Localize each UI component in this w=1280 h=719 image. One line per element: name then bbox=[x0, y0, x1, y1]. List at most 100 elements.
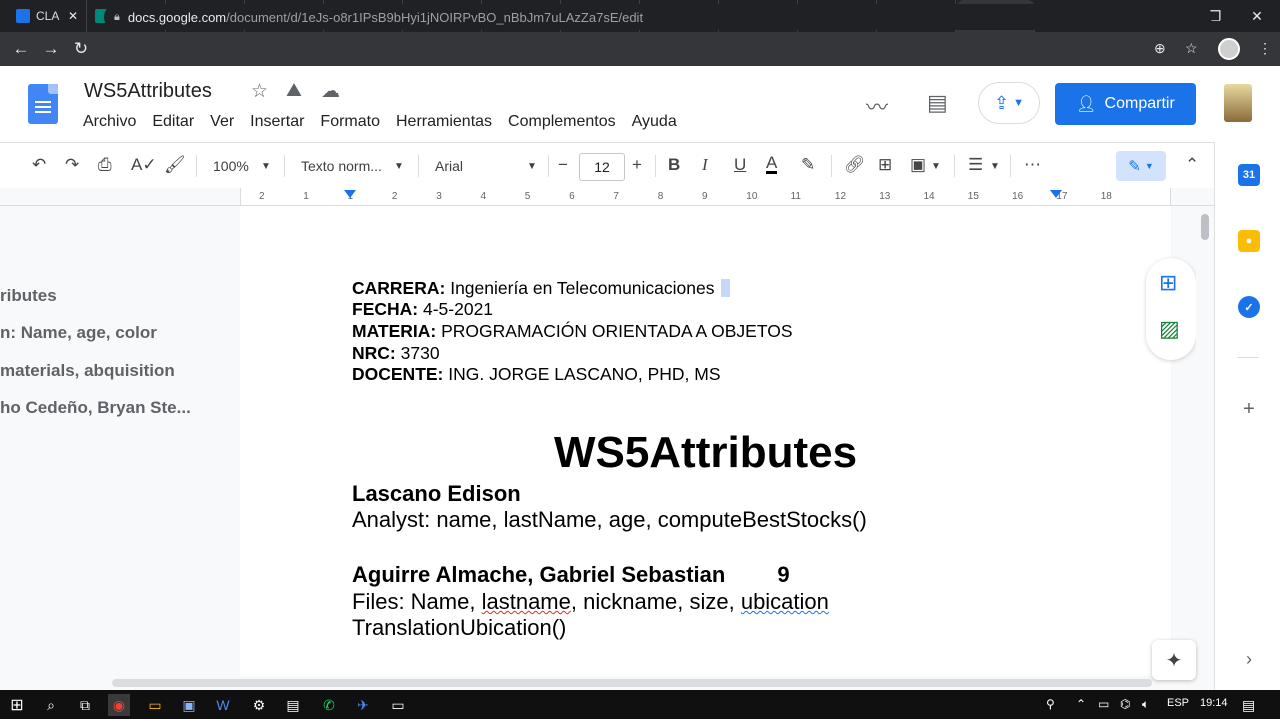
document-outline: ributes n: Name, age, color materials, a… bbox=[0, 206, 240, 676]
tray-expand-icon[interactable]: ⌃ bbox=[1076, 697, 1086, 711]
insert-link-icon[interactable]: 🔗︎ bbox=[844, 155, 866, 175]
back-icon[interactable]: ← bbox=[6, 39, 36, 59]
reload-icon[interactable]: ↻ bbox=[66, 39, 96, 59]
app-icon[interactable]: ▤ bbox=[282, 694, 304, 716]
expand-panel-icon[interactable]: › bbox=[1238, 648, 1260, 670]
highlight-color-icon[interactable]: ✎ bbox=[801, 155, 815, 175]
side-panel: 31 ● ✓ + › bbox=[1214, 142, 1280, 690]
style-select[interactable]: Texto norm... bbox=[301, 158, 382, 174]
chrome-icon[interactable]: ◉ bbox=[108, 694, 130, 716]
bookmark-star-icon[interactable]: ☆ bbox=[1185, 40, 1198, 57]
left-indent-marker[interactable] bbox=[344, 190, 356, 198]
close-tab-icon[interactable]: ✕ bbox=[68, 9, 78, 23]
add-comment-icon[interactable]: ⊞ bbox=[1159, 270, 1177, 296]
section-body: TranslationUbication() bbox=[352, 615, 567, 640]
collapse-menus-icon[interactable]: ⌃ bbox=[1185, 155, 1199, 175]
calendar-icon[interactable]: 31 bbox=[1238, 164, 1260, 186]
font-size-input[interactable]: 12 bbox=[579, 153, 625, 181]
vertical-scrollbar[interactable] bbox=[1196, 206, 1214, 676]
app-icon[interactable]: ✈ bbox=[352, 694, 374, 716]
document-page[interactable]: CARRERA: Ingeniería en Telecomunicacione… bbox=[240, 206, 1171, 676]
file-explorer-icon[interactable]: ▭ bbox=[144, 694, 166, 716]
increase-font-size-icon[interactable]: + bbox=[632, 155, 642, 175]
more-options-icon[interactable]: ⋯ bbox=[1024, 155, 1041, 175]
forward-icon[interactable]: → bbox=[36, 39, 66, 59]
tasks-icon[interactable]: ✓ bbox=[1238, 296, 1260, 318]
text-color-icon[interactable]: A bbox=[766, 154, 778, 174]
explore-icon[interactable]: ✦ bbox=[1152, 640, 1196, 680]
menu-item[interactable]: Insertar bbox=[250, 113, 304, 131]
share-button[interactable]: 👤︎ Compartir bbox=[1055, 83, 1196, 125]
browser-tab[interactable]: CLA ✕ bbox=[8, 0, 87, 32]
cloud-saved-icon[interactable]: ☁ bbox=[321, 80, 340, 103]
task-view-icon[interactable]: ⧉ bbox=[74, 694, 96, 716]
zoom-icon[interactable]: ⊕ bbox=[1154, 40, 1166, 57]
star-icon[interactable]: ☆ bbox=[251, 80, 268, 103]
menu-item[interactable]: Editar bbox=[152, 113, 194, 131]
clock[interactable]: 19:14 bbox=[1200, 697, 1228, 709]
add-comment-icon[interactable]: ⊞ bbox=[878, 155, 892, 175]
header-line-docente: DOCENTE: ING. JORGE LASCANO, PHD, MS bbox=[352, 364, 721, 384]
editing-mode-button[interactable]: ✎ ▼ bbox=[1116, 151, 1166, 181]
volume-icon[interactable]: 🔈︎ bbox=[1142, 697, 1149, 712]
activity-trend-icon[interactable]: 〰 bbox=[866, 90, 888, 122]
scroll-thumb[interactable] bbox=[1201, 214, 1209, 240]
save-app-icon[interactable]: ▣ bbox=[178, 694, 200, 716]
redo-icon[interactable]: ↷ bbox=[65, 155, 79, 175]
underline-icon[interactable]: U bbox=[734, 155, 746, 175]
zoom-select[interactable]: 100% bbox=[213, 158, 249, 174]
menu-item[interactable]: Ver bbox=[210, 113, 234, 131]
url-input[interactable]: 🔒︎ docs.google.com/document/d/1eJs-o8r1I… bbox=[104, 4, 1212, 30]
outline-item[interactable]: ho Cedeño, Bryan Ste... bbox=[0, 398, 191, 418]
header-line-materia: MATERIA: PROGRAMACIÓN ORIENTADA A OBJETO… bbox=[352, 321, 793, 341]
outline-item[interactable]: ributes bbox=[0, 286, 57, 306]
menu-item[interactable]: Formato bbox=[320, 113, 380, 131]
comment-history-icon[interactable]: ▤ bbox=[927, 90, 948, 116]
decrease-font-size-icon[interactable]: − bbox=[558, 155, 568, 175]
scroll-thumb[interactable] bbox=[112, 679, 1152, 687]
notifications-icon[interactable]: ▤ bbox=[1242, 697, 1255, 714]
horizontal-scrollbar[interactable] bbox=[0, 676, 1214, 690]
present-button[interactable]: ⇪ ▼ bbox=[978, 82, 1040, 124]
suggest-edit-icon[interactable]: ▨ bbox=[1159, 316, 1180, 342]
close-window-button[interactable]: ✕ bbox=[1234, 0, 1280, 32]
text-cursor bbox=[720, 279, 730, 297]
font-select[interactable]: Arial bbox=[435, 158, 463, 174]
menu-item[interactable]: Archivo bbox=[83, 113, 136, 131]
menu-item[interactable]: Herramientas bbox=[396, 113, 492, 131]
profile-avatar[interactable] bbox=[1218, 38, 1240, 60]
section-title: Lascano Edison bbox=[352, 481, 521, 506]
menu-item[interactable]: Ayuda bbox=[632, 113, 677, 131]
align-left-icon[interactable]: ☰ bbox=[968, 155, 983, 175]
keep-icon[interactable]: ● bbox=[1238, 230, 1260, 252]
people-icon[interactable]: ⚲ bbox=[1046, 697, 1055, 711]
search-icon[interactable]: ⌕ bbox=[40, 694, 62, 716]
outline-item[interactable]: materials, abquisition bbox=[0, 361, 175, 381]
spelling-error[interactable]: lastname bbox=[482, 589, 571, 614]
print-icon[interactable]: ⎙ bbox=[98, 155, 112, 175]
menu-item[interactable]: Complementos bbox=[508, 113, 616, 131]
browser-menu-icon[interactable]: ⋮ bbox=[1258, 40, 1272, 57]
docs-logo-icon[interactable] bbox=[28, 84, 58, 124]
paint-format-icon[interactable]: 🖌︎ bbox=[164, 155, 186, 175]
italic-icon[interactable]: I bbox=[702, 155, 708, 175]
outline-item[interactable]: n: Name, age, color bbox=[0, 323, 157, 343]
spellcheck-icon[interactable]: A✓ bbox=[131, 155, 157, 175]
network-icon[interactable]: ⌬ bbox=[1120, 697, 1130, 711]
word-icon[interactable]: W bbox=[212, 694, 234, 716]
move-to-drive-icon[interactable]: ⛰ bbox=[286, 80, 302, 102]
undo-icon[interactable]: ↶ bbox=[32, 155, 46, 175]
grammar-suggestion[interactable]: ubication bbox=[741, 589, 829, 614]
windows-start-icon[interactable]: ⊞ bbox=[6, 694, 28, 716]
battery-icon[interactable]: ▭ bbox=[1098, 697, 1109, 711]
account-avatar[interactable] bbox=[1224, 84, 1252, 122]
add-addon-icon[interactable]: + bbox=[1238, 398, 1260, 420]
document-title[interactable]: WS5Attributes bbox=[84, 80, 212, 103]
bold-icon[interactable]: B bbox=[668, 155, 680, 175]
whatsapp-icon[interactable]: ✆ bbox=[318, 694, 340, 716]
right-indent-marker[interactable] bbox=[1050, 190, 1062, 198]
terminal-icon[interactable]: ▭ bbox=[387, 694, 409, 716]
language-indicator[interactable]: ESP bbox=[1167, 697, 1189, 709]
insert-image-icon[interactable]: ▣ bbox=[910, 155, 926, 175]
app-icon[interactable]: ⚙ bbox=[248, 694, 270, 716]
